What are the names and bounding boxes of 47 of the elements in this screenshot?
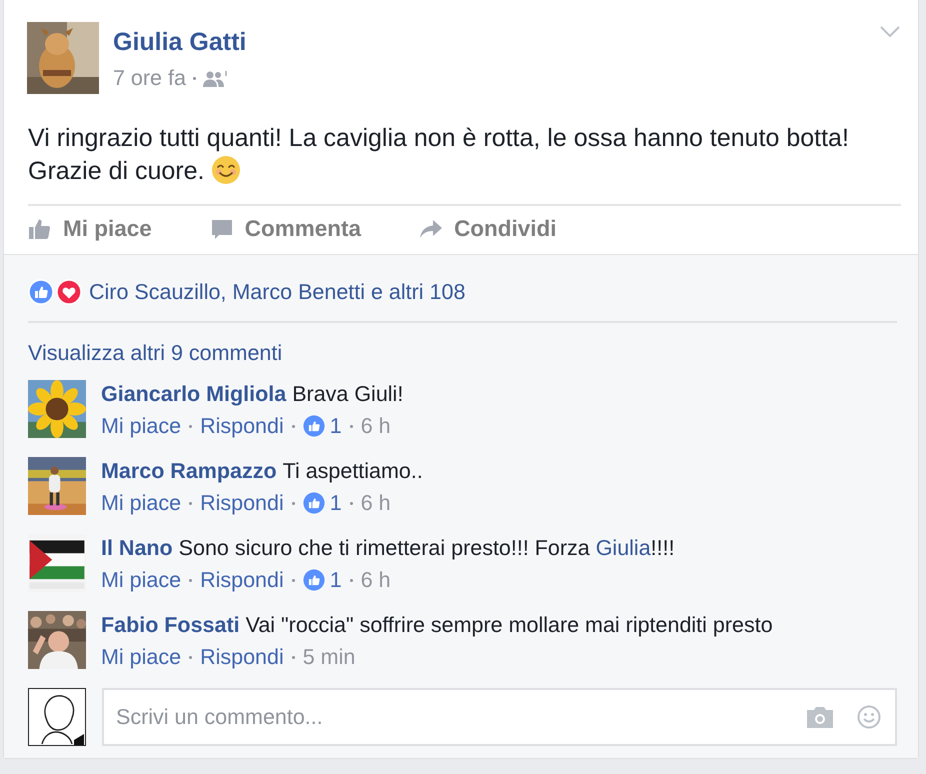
like-icon — [302, 415, 325, 437]
like-count: 1 — [330, 568, 342, 592]
comment-author[interactable]: Il Nano — [101, 536, 173, 560]
reply-link[interactable]: Rispondi — [200, 645, 284, 669]
like-icon — [302, 492, 325, 514]
comment-time: 6 h — [360, 568, 391, 592]
reply-link[interactable]: Rispondi — [200, 568, 284, 592]
like-count: 1 — [330, 491, 342, 515]
author-name[interactable]: Giulia Gatti — [113, 28, 246, 56]
reactions-summary[interactable]: Ciro Scauzillo, Marco Benetti e altri 108 — [89, 280, 466, 304]
like-link[interactable]: Mi piace — [101, 414, 182, 438]
comment-author[interactable]: Marco Rampazzo — [101, 459, 277, 483]
comment-box[interactable]: Scrivi un commento... — [102, 688, 897, 746]
like-link[interactable]: Mi piace — [101, 645, 182, 669]
camera-icon[interactable] — [807, 706, 833, 728]
post-time[interactable]: 7 ore fa — [113, 66, 186, 91]
mention-link[interactable]: Giulia — [596, 536, 651, 560]
friends-icon — [202, 70, 227, 88]
comment-text: Brava Giuli! — [292, 382, 404, 406]
comment-text: Vai "roccia" soffrire sempre mollare mai riptenditi presto — [246, 613, 773, 637]
more-comments-link[interactable]: Visualizza altri 9 commenti — [28, 341, 282, 366]
comment-time: 6 h — [360, 491, 391, 515]
comment-time: 6 h — [360, 414, 391, 438]
avatar-drawing — [28, 688, 86, 746]
comment-text: Ti aspettiamo.. — [282, 459, 423, 483]
like-link[interactable]: Mi piace — [101, 491, 182, 515]
thumbs-up-icon — [28, 217, 52, 241]
comment-author[interactable]: Fabio Fossati — [101, 613, 240, 637]
post-text: Vi ringrazio tutti quanti! La caviglia non è rotta, le ossa hanno tenuto botta! Grazie di cuore. — [28, 123, 850, 187]
comment-text: Sono sicuro che ti rimetterai presto!!! Forza Giulia!!!! — [178, 536, 675, 560]
like-button[interactable]: Mi piace — [28, 214, 152, 244]
like-reaction-icon — [28, 279, 54, 305]
comment-field[interactable]: Scrivi un commento... — [114, 704, 783, 730]
speech-bubble-icon — [210, 217, 234, 241]
chevron-down-icon[interactable] — [880, 26, 900, 38]
like-count: 1 — [330, 414, 342, 438]
reply-link[interactable]: Rispondi — [200, 491, 284, 515]
share-button[interactable]: Condividi — [419, 214, 557, 244]
smiley-icon[interactable] — [857, 705, 881, 729]
like-icon — [302, 569, 325, 591]
reply-link[interactable]: Rispondi — [200, 414, 284, 438]
comment-time: 5 min — [302, 645, 356, 669]
like-link[interactable]: Mi piace — [101, 568, 182, 592]
smiling-face-icon — [211, 155, 242, 185]
comment-author[interactable]: Giancarlo Migliola — [101, 382, 286, 406]
heart-reaction-icon — [56, 279, 82, 305]
comment-button[interactable]: Commenta — [210, 214, 362, 244]
